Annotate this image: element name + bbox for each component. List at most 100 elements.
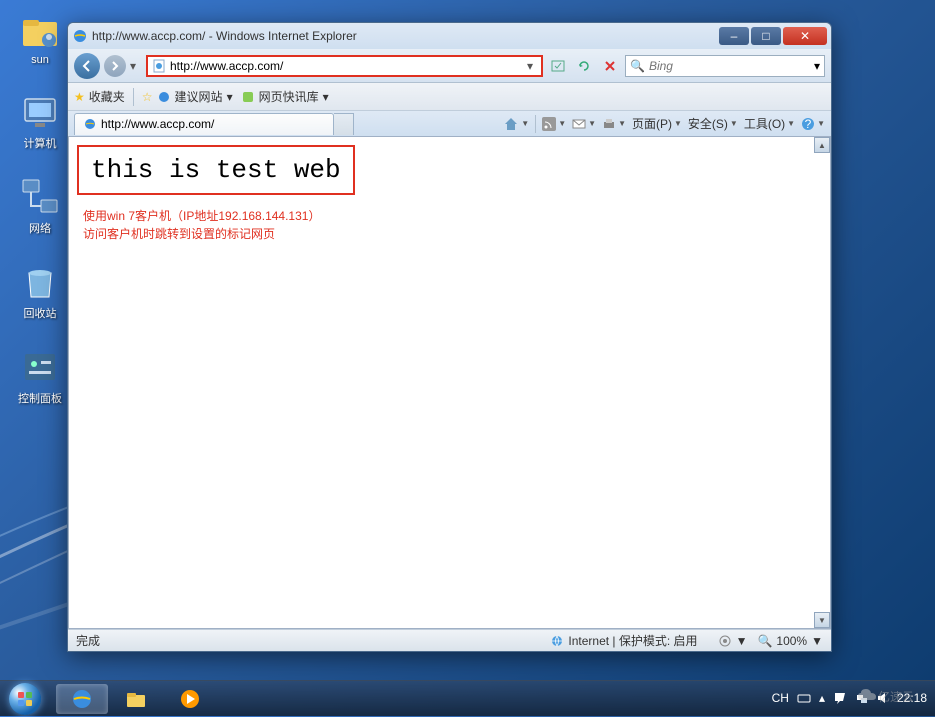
address-bar[interactable]: ▾ [146,55,543,77]
tools-menu[interactable]: 工具(O)▼ [744,115,795,132]
language-indicator[interactable]: CH [772,691,789,705]
taskbar-wmp[interactable] [164,684,216,714]
desktop-icon-label: sun [31,54,49,66]
forward-button[interactable] [104,55,126,77]
url-input[interactable] [170,59,523,73]
page-menu[interactable]: 页面(P)▼ [632,115,682,132]
refresh-button[interactable] [573,55,595,77]
start-button[interactable] [0,681,50,717]
desktop-icons: sun 计算机 网络 回收站 控制面板 [10,10,70,406]
wmp-icon [178,687,202,711]
search-dd[interactable]: ▾ [814,59,820,73]
ie-window: http://www.accp.com/ - Windows Internet … [67,22,832,652]
stop-button[interactable] [599,55,621,77]
favorites-button[interactable]: ★ 收藏夹 [74,88,125,105]
safety-menu[interactable]: 安全(S)▼ [688,115,738,132]
desktop-icon-computer[interactable]: 计算机 [10,91,70,151]
minimize-button[interactable]: – [719,27,749,45]
windows-orb-icon [9,683,41,715]
window-controls: – □ ✕ [719,27,827,45]
separator [133,88,134,106]
nav-history-dropdown[interactable]: ▾ [130,59,142,73]
chevron-down-icon: ▾ [227,90,233,104]
taskbar: CH ▴ 22:18 [0,680,935,716]
window-title: http://www.accp.com/ - Windows Internet … [92,29,719,43]
folder-user-icon [19,10,61,52]
computer-icon [19,91,61,133]
favorites-label: 收藏夹 [89,88,125,105]
new-tab-button[interactable] [334,113,354,135]
feeds-button[interactable]: ▼ [542,117,566,131]
search-box[interactable]: 🔍 ▾ [625,55,825,77]
ie-small-icon [157,90,171,104]
title-bar[interactable]: http://www.accp.com/ - Windows Internet … [68,23,831,49]
scroll-up-button[interactable]: ▲ [814,137,830,153]
print-icon [602,117,616,131]
folder-icon [124,687,148,711]
mail-icon [572,117,586,131]
slice-label: 网页快讯库 [259,88,319,105]
close-button[interactable]: ✕ [783,27,827,45]
protected-mode-icon [718,634,732,648]
web-slice-lib[interactable]: 网页快讯库 ▾ [241,88,329,105]
command-bar: ▼ ▼ ▼ ▼ 页面(P)▼ 安全(S)▼ 工具(O)▼ ?▼ [503,115,825,133]
compat-view-button[interactable] [547,55,569,77]
slice-icon [241,90,255,104]
page-heading-highlight: this is test web [77,145,355,195]
desktop-icon-recycle[interactable]: 回收站 [10,261,70,321]
print-button[interactable]: ▼ [602,117,626,131]
ie-icon [70,687,94,711]
home-button[interactable]: ▼ [503,116,529,132]
suggested-sites[interactable]: ☆ 建议网站 ▾ [142,88,233,105]
search-input[interactable] [645,59,814,73]
nav-bar: ▾ ▾ 🔍 ▾ [68,49,831,83]
desktop-icon-label: 控制面板 [18,390,62,406]
forward-arrow-icon [109,60,121,72]
desktop-icon-label: 网络 [29,220,51,236]
control-panel-icon [19,346,61,388]
zoom-control[interactable]: ▼ 🔍 100% ▼ [718,634,823,648]
taskbar-items [50,684,216,714]
network-icon [19,176,61,218]
page-icon [152,59,166,73]
status-bar: 完成 Internet | 保护模式: 启用 ▼ 🔍 100% ▼ [68,629,831,651]
desktop-icon-control-panel[interactable]: 控制面板 [10,346,70,406]
help-icon: ? [801,117,815,131]
separator [535,115,536,133]
security-zone[interactable]: Internet | 保护模式: 启用 [550,632,697,649]
ie-tab-icon [83,117,97,131]
address-dropdown[interactable]: ▾ [523,59,537,73]
star-icon: ★ [74,90,85,104]
page-content-area: ▲ this is test web 使用win 7客户机（IP地址192.16… [68,137,831,629]
help-button[interactable]: ?▼ [801,117,825,131]
zoom-value: 100% [776,634,807,648]
rss-icon [542,117,556,131]
taskbar-ie[interactable] [56,684,108,714]
desktop-icon-label: 回收站 [24,305,57,321]
compat-icon [550,58,566,74]
desktop-icon-user[interactable]: sun [10,10,70,66]
page-heading: this is test web [91,155,341,185]
maximize-button[interactable]: □ [751,27,781,45]
chevron-down-icon: ▾ [323,90,329,104]
watermark: 亿速云 [845,678,925,714]
mail-button[interactable]: ▼ [572,117,596,131]
browser-tab[interactable]: http://www.accp.com/ [74,113,334,135]
cloud-icon [856,685,878,707]
tab-title: http://www.accp.com/ [101,117,214,131]
globe-icon [550,634,564,648]
keyboard-icon[interactable] [797,691,811,705]
svg-text:?: ? [805,117,812,131]
scroll-down-button[interactable]: ▼ [814,612,830,628]
annotation-text: 使用win 7客户机（IP地址192.168.144.131） 访问客户机时跳转… [77,207,822,243]
favorites-bar: ★ 收藏夹 ☆ 建议网站 ▾ 网页快讯库 ▾ [68,83,831,111]
recycle-bin-icon [19,261,61,303]
desktop-icon-network[interactable]: 网络 [10,176,70,236]
suggested-label: 建议网站 [175,88,223,105]
home-icon [503,116,519,132]
taskbar-explorer[interactable] [110,684,162,714]
ie-icon [72,28,88,44]
back-button[interactable] [74,53,100,79]
stop-icon [603,59,617,73]
tray-chevron[interactable]: ▴ [819,691,825,705]
